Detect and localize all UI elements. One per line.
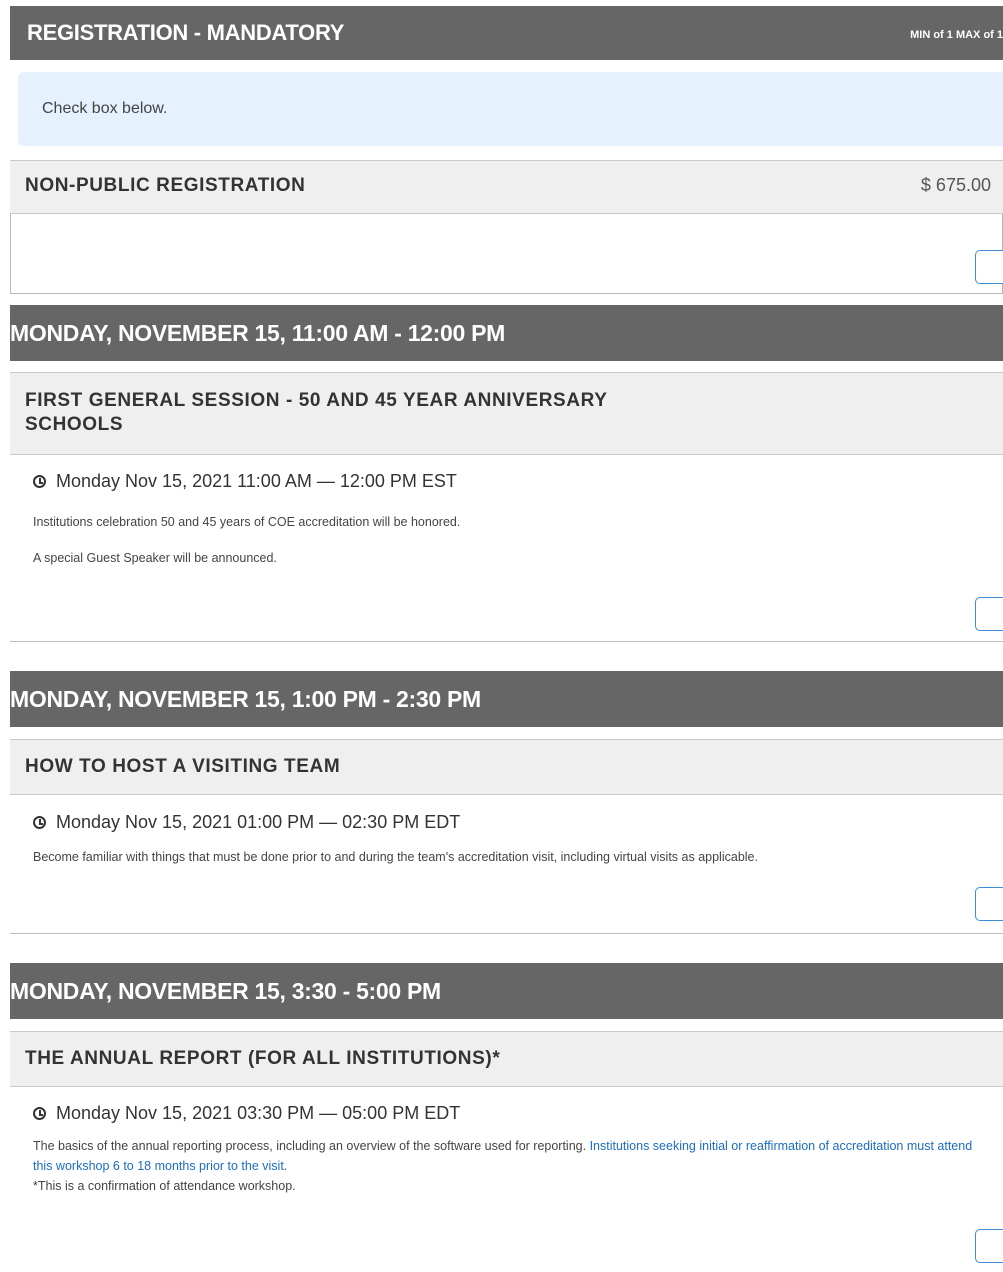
- session-3-desc: The basics of the annual reporting proce…: [33, 1136, 988, 1196]
- session-3-header: THE ANNUAL REPORT (FOR ALL INSTITUTIONS)…: [10, 1031, 1003, 1087]
- info-box: Check box below.: [18, 72, 1003, 146]
- registration-header: REGISTRATION - MANDATORY MIN of 1 MAX of…: [10, 6, 1003, 60]
- session-2-title: HOW TO HOST A VISITING TEAM: [25, 756, 341, 777]
- session-2-divider: [10, 933, 1003, 934]
- session-3-desc-note: *This is a confirmation of attendance wo…: [33, 1179, 296, 1193]
- registration-checkbox[interactable]: [975, 250, 1003, 284]
- registration-title: REGISTRATION - MANDATORY: [27, 20, 345, 45]
- session-2-time-text: Monday Nov 15, 2021 01:00 PM — 02:30 PM …: [56, 812, 461, 832]
- session-1-header: FIRST GENERAL SESSION - 50 AND 45 YEAR A…: [10, 372, 1003, 455]
- day-header-3: MONDAY, NOVEMBER 15, 3:30 - 5:00 PM: [10, 963, 1003, 1019]
- session-1-desc1: Institutions celebration 50 and 45 years…: [33, 515, 461, 529]
- min-max-label: MIN of 1 MAX of 1: [910, 29, 1003, 41]
- session-2-time: Monday Nov 15, 2021 01:00 PM — 02:30 PM …: [33, 812, 460, 833]
- day-header-3-title: MONDAY, NOVEMBER 15, 3:30 - 5:00 PM: [10, 978, 441, 1004]
- session-2-desc1: Become familiar with things that must be…: [33, 850, 758, 864]
- session-3-time-text: Monday Nov 15, 2021 03:30 PM — 05:00 PM …: [56, 1103, 461, 1123]
- session-3-desc-plain: The basics of the annual reporting proce…: [33, 1139, 590, 1153]
- clock-icon: [33, 475, 46, 488]
- session-1-title-line1: FIRST GENERAL SESSION - 50 AND 45 YEAR A…: [25, 390, 608, 411]
- session-3-title: THE ANNUAL REPORT (FOR ALL INSTITUTIONS)…: [25, 1048, 501, 1069]
- session-2-checkbox[interactable]: [975, 887, 1003, 921]
- session-1-time: Monday Nov 15, 2021 11:00 AM — 12:00 PM …: [33, 471, 457, 492]
- clock-icon: [33, 1107, 46, 1120]
- clock-icon: [33, 816, 46, 829]
- session-1-checkbox[interactable]: [975, 597, 1003, 631]
- session-3-time: Monday Nov 15, 2021 03:30 PM — 05:00 PM …: [33, 1103, 460, 1124]
- session-1-divider: [10, 641, 1003, 642]
- registration-item-name: NON-PUBLIC REGISTRATION: [25, 175, 306, 196]
- registration-item-price: $ 675.00: [920, 175, 991, 195]
- registration-item-header: NON-PUBLIC REGISTRATION $ 675.00: [10, 160, 1003, 214]
- info-text: Check box below.: [42, 100, 168, 117]
- day-header-1: MONDAY, NOVEMBER 15, 11:00 AM - 12:00 PM: [10, 305, 1003, 361]
- day-header-2-title: MONDAY, NOVEMBER 15, 1:00 PM - 2:30 PM: [10, 686, 481, 712]
- session-1-title-line2: SCHOOLS: [25, 414, 124, 435]
- session-1-time-text: Monday Nov 15, 2021 11:00 AM — 12:00 PM …: [56, 471, 457, 491]
- day-header-1-title: MONDAY, NOVEMBER 15, 11:00 AM - 12:00 PM: [10, 320, 506, 346]
- day-header-2: MONDAY, NOVEMBER 15, 1:00 PM - 2:30 PM: [10, 671, 1003, 727]
- session-1-desc2: A special Guest Speaker will be announce…: [33, 551, 277, 565]
- session-3-checkbox[interactable]: [975, 1229, 1003, 1263]
- session-2-header: HOW TO HOST A VISITING TEAM: [10, 739, 1003, 795]
